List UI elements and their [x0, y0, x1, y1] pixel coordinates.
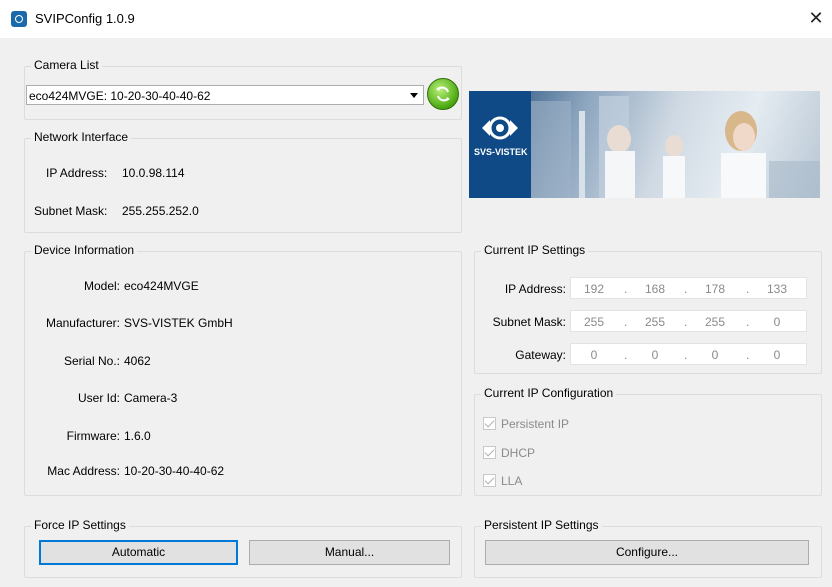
title-bar: SVIPConfig 1.0.9 ✕ [0, 0, 832, 38]
current-ip-configuration-legend: Current IP Configuration [481, 386, 617, 400]
device-serial-value: 4062 [124, 354, 151, 368]
gateway-field[interactable]: 0 . 0 . 0 . 0 [570, 343, 807, 365]
camera-select[interactable]: eco424MVGE: 10-20-30-40-40-62 [26, 85, 424, 105]
configure-button[interactable]: Configure... [485, 540, 809, 565]
network-subnet-label: Subnet Mask: [34, 204, 108, 218]
camera-select-value: eco424MVGE: 10-20-30-40-40-62 [29, 89, 211, 103]
subnet-octet[interactable]: 0 [757, 315, 797, 329]
lla-label: LLA [501, 474, 523, 488]
ip-octet[interactable]: 168 [635, 282, 675, 296]
subnet-octet[interactable]: 255 [695, 315, 735, 329]
current-ip-configuration-group: Current IP Configuration [474, 386, 822, 496]
dhcp-checkbox[interactable] [483, 446, 496, 459]
device-userid-label: User Id: [77, 391, 120, 405]
ip-address-label: IP Address: [504, 282, 566, 296]
device-firmware-value: 1.6.0 [124, 429, 151, 443]
persistent-ip-settings-legend: Persistent IP Settings [481, 518, 602, 532]
app-icon [11, 11, 27, 27]
persistent-ip-checkbox[interactable] [483, 417, 496, 430]
device-model-label: Model: [83, 279, 120, 293]
octet-separator: . [624, 315, 628, 329]
network-interface-legend: Network Interface [31, 130, 132, 144]
banner-brand-text: SVS-VISTEK [474, 147, 528, 157]
ip-octet[interactable]: 178 [695, 282, 735, 296]
device-manufacturer-label: Manufacturer: [45, 316, 120, 330]
octet-separator: . [684, 348, 688, 362]
device-model-value: eco424MVGE [124, 279, 199, 293]
svs-vistek-banner: SVS-VISTEK [469, 91, 820, 198]
window-title: SVIPConfig 1.0.9 [35, 11, 135, 26]
subnet-mask-field[interactable]: 255 . 255 . 255 . 0 [570, 310, 807, 332]
subnet-octet[interactable]: 255 [635, 315, 675, 329]
octet-separator: . [624, 348, 628, 362]
lla-checkbox[interactable] [483, 474, 496, 487]
svs-logo-icon [482, 116, 518, 140]
dhcp-label: DHCP [501, 446, 536, 460]
force-ip-settings-legend: Force IP Settings [31, 518, 129, 532]
ip-address-field[interactable]: 192 . 168 . 178 . 133 [570, 277, 807, 299]
manual-button[interactable]: Manual... [249, 540, 450, 565]
octet-separator: . [624, 282, 628, 296]
ip-octet[interactable]: 192 [574, 282, 614, 296]
device-serial-label: Serial No.: [63, 354, 120, 368]
octet-separator: . [746, 282, 750, 296]
octet-separator: . [684, 315, 688, 329]
automatic-button[interactable]: Automatic [39, 540, 238, 565]
ip-octet[interactable]: 133 [757, 282, 797, 296]
close-icon[interactable]: ✕ [806, 8, 826, 28]
gateway-octet[interactable]: 0 [695, 348, 735, 362]
network-subnet-value: 255.255.252.0 [122, 204, 199, 218]
camera-list-legend: Camera List [31, 58, 102, 72]
device-information-legend: Device Information [31, 243, 138, 257]
device-mac-label: Mac Address: [47, 464, 120, 478]
refresh-icon[interactable] [427, 78, 459, 110]
network-interface-group: Network Interface [24, 130, 462, 233]
device-mac-value: 10-20-30-40-40-62 [124, 464, 225, 478]
chevron-down-icon[interactable] [410, 93, 418, 98]
gateway-octet[interactable]: 0 [635, 348, 675, 362]
device-userid-value: Camera-3 [124, 391, 178, 405]
persistent-ip-label: Persistent IP [501, 417, 570, 431]
subnet-mask-label: Subnet Mask: [492, 315, 566, 329]
subnet-octet[interactable]: 255 [574, 315, 614, 329]
gateway-octet[interactable]: 0 [757, 348, 797, 362]
device-firmware-label: Firmware: [66, 429, 120, 443]
network-ip-label: IP Address: [46, 166, 108, 180]
octet-separator: . [746, 315, 750, 329]
gateway-octet[interactable]: 0 [574, 348, 614, 362]
device-manufacturer-value: SVS-VISTEK GmbH [124, 316, 233, 330]
gateway-label: Gateway: [515, 348, 566, 362]
current-ip-settings-legend: Current IP Settings [481, 243, 589, 257]
octet-separator: . [684, 282, 688, 296]
network-ip-value: 10.0.98.114 [122, 166, 185, 180]
octet-separator: . [746, 348, 750, 362]
